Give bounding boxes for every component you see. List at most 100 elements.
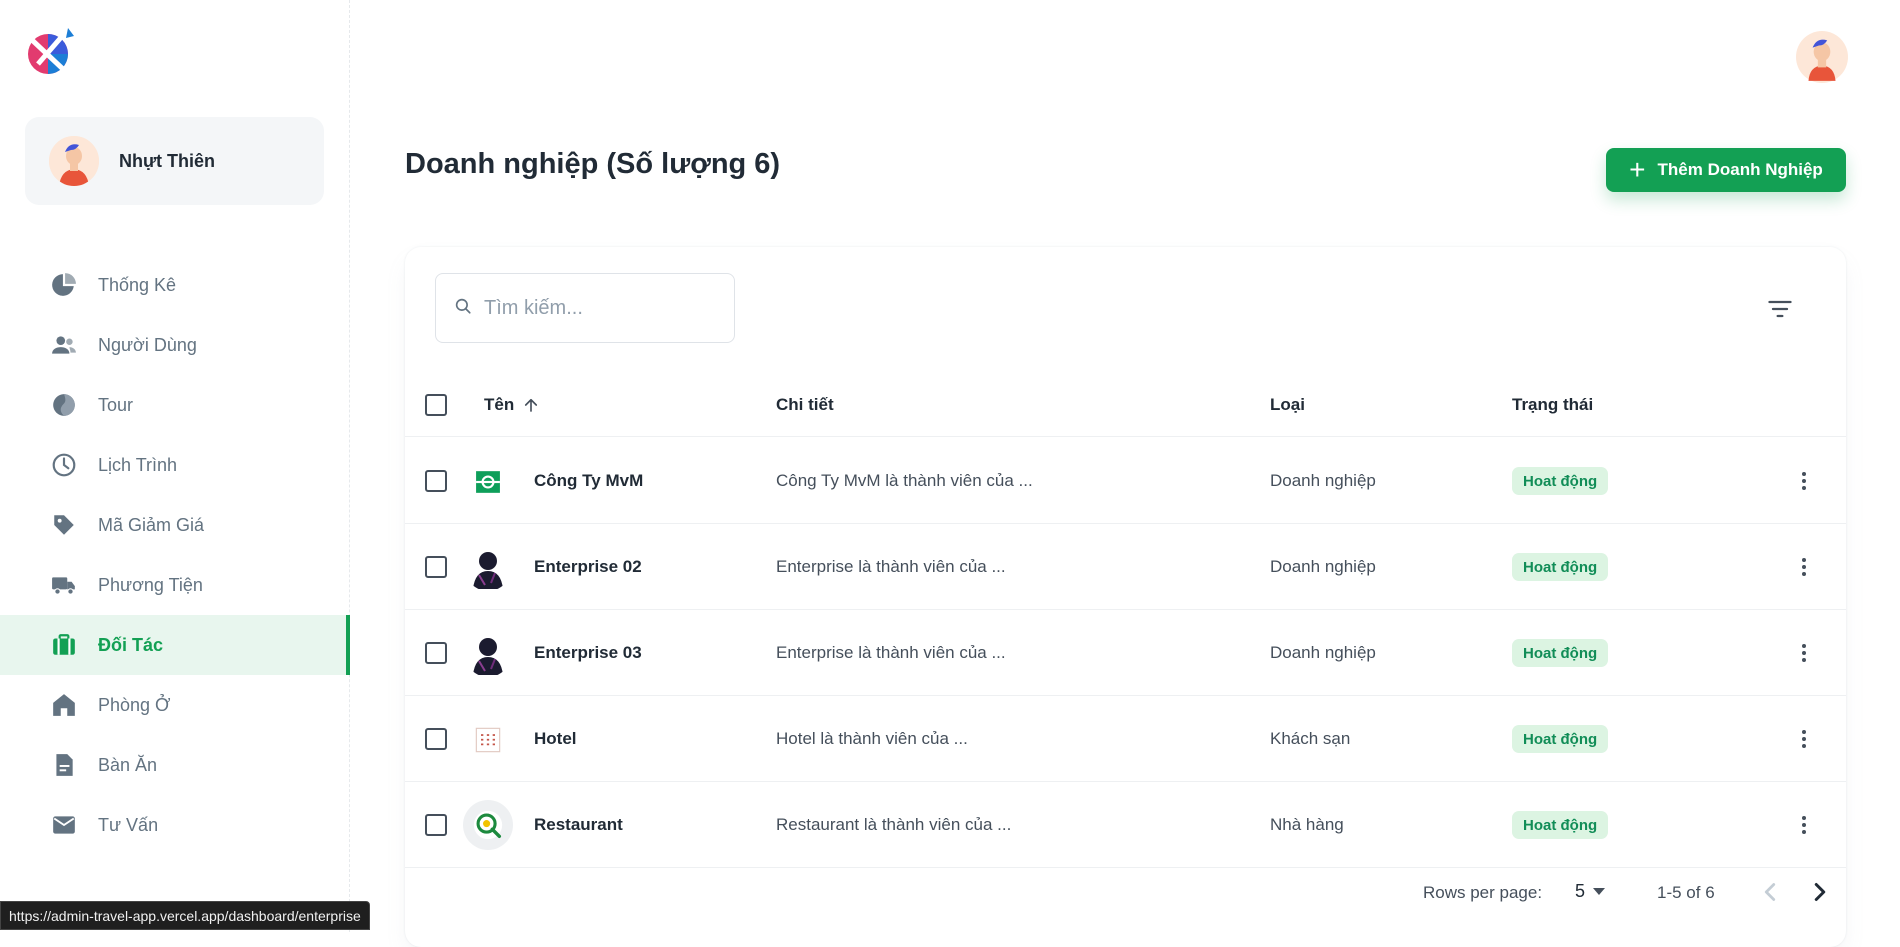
chevron-right-icon[interactable] [1805, 877, 1835, 907]
caret-down-icon [1593, 888, 1606, 895]
search-box[interactable] [435, 273, 735, 343]
row-checkbox[interactable] [425, 556, 447, 578]
table-pagination: Rows per page: 5 1-5 of 6 [405, 865, 1846, 925]
sidebar-item-label: Đối Tác [98, 634, 164, 655]
mail-icon [50, 811, 78, 839]
filter-icon[interactable] [1766, 295, 1794, 323]
tag-icon [50, 511, 78, 539]
row-detail: Enterprise là thành viên của ... [776, 643, 1006, 662]
account-avatar[interactable] [1796, 31, 1848, 83]
column-name-label: Tên [484, 395, 515, 414]
rows-per-page-select[interactable]: 5 [1575, 881, 1606, 902]
row-name: Enterprise 02 [534, 557, 642, 576]
row-type: Doanh nghiệp [1270, 643, 1376, 662]
row-type: Doanh nghiệp [1270, 471, 1376, 490]
app-logo-icon[interactable] [24, 26, 76, 78]
document-icon [50, 751, 78, 779]
row-checkbox[interactable] [425, 814, 447, 836]
search-icon [454, 297, 472, 320]
briefcase-icon [50, 631, 78, 659]
row-name: Công Ty MvM [534, 471, 644, 490]
pie-chart-icon [50, 271, 78, 299]
restaurant-logo-icon [463, 800, 513, 850]
sidebar-item-rooms[interactable]: Phòng Ở [0, 675, 350, 735]
row-name: Restaurant [534, 815, 623, 834]
status-badge: Hoat động [1512, 467, 1609, 495]
sidebar-item-label: Tư Vấn [98, 814, 159, 835]
table-row[interactable]: Enterprise 02 Enterprise là thành viên c… [405, 524, 1846, 610]
sidebar-item-users[interactable]: Người Dùng [0, 315, 350, 375]
row-checkbox[interactable] [425, 728, 447, 750]
column-header-name[interactable]: Tên [484, 373, 540, 437]
status-badge: Hoat động [1512, 639, 1609, 667]
enterprise-logo-icon [465, 459, 511, 505]
dark-figure-avatar [465, 545, 511, 591]
sidebar: Nhựt Thiên Thống Kê Người Dùng Tour Lịch… [0, 0, 350, 932]
globe-icon [50, 391, 78, 419]
sidebar-item-label: Lịch Trình [98, 454, 178, 475]
table-row[interactable]: Công Ty MvM Công Ty MvM là thành viên củ… [405, 438, 1846, 524]
sidebar-item-vehicle[interactable]: Phương Tiện [0, 555, 350, 615]
sidebar-item-label: Tour [98, 394, 134, 415]
row-checkbox[interactable] [425, 470, 447, 492]
profile-name: Nhựt Thiên [119, 150, 216, 171]
pagination-range: 1-5 of 6 [1657, 883, 1715, 902]
sidebar-item-schedule[interactable]: Lịch Trình [0, 435, 350, 495]
sidebar-item-label: Phòng Ở [98, 694, 171, 715]
chevron-left-icon[interactable] [1755, 877, 1785, 907]
column-header-status: Trạng thái [1512, 395, 1594, 414]
dark-figure-avatar [465, 631, 511, 677]
rows-per-page-label: Rows per page: [1423, 883, 1543, 902]
row-type: Doanh nghiệp [1270, 557, 1376, 576]
truck-icon [50, 571, 78, 599]
sidebar-item-label: Mã Giảm Giá [98, 514, 205, 535]
sidebar-item-tour[interactable]: Tour [0, 375, 350, 435]
status-badge: Hoat động [1512, 553, 1609, 581]
more-vertical-icon[interactable] [1790, 553, 1818, 581]
more-vertical-icon[interactable] [1790, 467, 1818, 495]
table-header: Tên Chi tiết Loại Trạng thái [405, 373, 1846, 437]
status-badge: Hoat động [1512, 811, 1609, 839]
sidebar-item-statistics[interactable]: Thống Kê [0, 255, 350, 315]
sidebar-nav: Thống Kê Người Dùng Tour Lịch Trình Mã G… [0, 255, 350, 855]
status-bar-url: https://admin-travel-app.vercel.app/dash… [0, 901, 370, 930]
column-header-detail: Chi tiết [776, 395, 834, 414]
sidebar-item-discount[interactable]: Mã Giảm Giá [0, 495, 350, 555]
row-detail: Enterprise là thành viên của ... [776, 557, 1006, 576]
clock-icon [50, 451, 78, 479]
sidebar-item-consult[interactable]: Tư Vấn [0, 795, 350, 855]
row-name: Hotel [534, 729, 577, 748]
sidebar-item-partners[interactable]: Đối Tác [0, 615, 350, 675]
select-all-checkbox[interactable] [425, 394, 447, 416]
search-input[interactable] [484, 296, 714, 320]
sidebar-item-label: Phương Tiện [98, 574, 203, 595]
avatar [49, 136, 99, 186]
plus-icon: + [1629, 154, 1646, 185]
row-detail: Restaurant là thành viên của ... [776, 815, 1012, 834]
row-checkbox[interactable] [425, 642, 447, 664]
row-detail: Hotel là thành viên của ... [776, 729, 968, 748]
more-vertical-icon[interactable] [1790, 725, 1818, 753]
page-title: Doanh nghiệp (Số lượng 6) [405, 148, 781, 180]
table-row[interactable]: Hotel Hotel là thành viên của ... Khách … [405, 696, 1846, 782]
home-icon [50, 691, 78, 719]
status-badge: Hoat động [1512, 725, 1609, 753]
table-row[interactable]: Restaurant Restaurant là thành viên của … [405, 782, 1846, 868]
add-enterprise-label: Thêm Doanh Nghiệp [1657, 160, 1823, 179]
row-type: Nhà hàng [1270, 815, 1344, 834]
users-icon [50, 331, 78, 359]
row-name: Enterprise 03 [534, 643, 642, 662]
hotel-logo-icon [465, 717, 511, 763]
more-vertical-icon[interactable] [1790, 811, 1818, 839]
add-enterprise-button[interactable]: + Thêm Doanh Nghiệp [1606, 148, 1846, 192]
sidebar-item-label: Thống Kê [98, 274, 177, 295]
enterprise-table-card: Tên Chi tiết Loại Trạng thái Công Ty MvM… [405, 247, 1846, 947]
table-row[interactable]: Enterprise 03 Enterprise là thành viên c… [405, 610, 1846, 696]
sidebar-item-label: Bàn Ăn [98, 754, 158, 775]
profile-card[interactable]: Nhựt Thiên [25, 117, 324, 205]
sidebar-item-tables[interactable]: Bàn Ăn [0, 735, 350, 795]
column-header-type: Loại [1270, 395, 1305, 414]
rows-per-page-value: 5 [1575, 881, 1586, 901]
more-vertical-icon[interactable] [1790, 639, 1818, 667]
sidebar-item-label: Người Dùng [98, 334, 197, 355]
